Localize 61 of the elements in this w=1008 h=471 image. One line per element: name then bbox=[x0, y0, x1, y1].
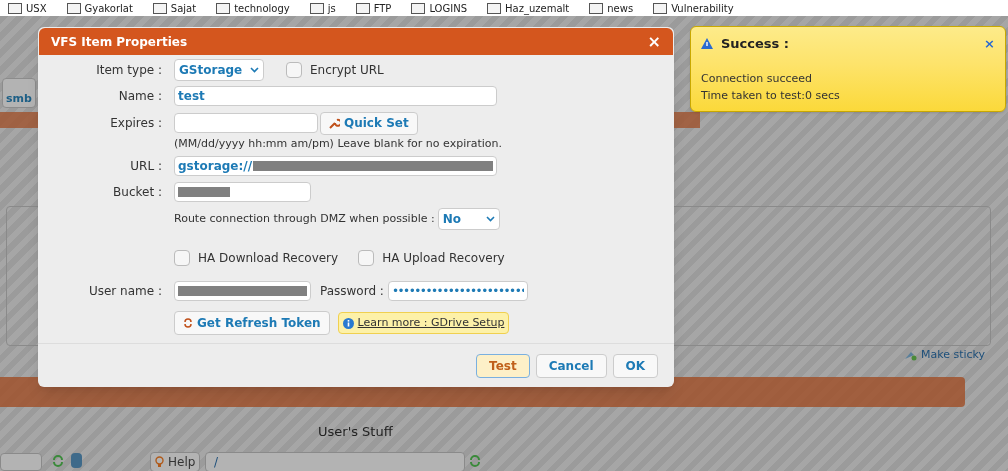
refresh-icon bbox=[183, 318, 193, 328]
section-title: User's Stuff bbox=[318, 423, 393, 441]
refresh-icon[interactable] bbox=[52, 455, 64, 467]
input-field[interactable]: test bbox=[174, 86, 497, 106]
url-field[interactable]: gstorage:// bbox=[174, 156, 497, 176]
input-field[interactable] bbox=[174, 281, 311, 301]
dropdown[interactable] bbox=[0, 453, 42, 471]
field-label: URL : bbox=[130, 158, 162, 175]
input-field[interactable] bbox=[174, 113, 318, 133]
bookmark[interactable]: news bbox=[589, 0, 634, 16]
close-button[interactable]: × bbox=[984, 37, 995, 51]
lightbulb-icon bbox=[155, 456, 164, 468]
close-button[interactable]: × bbox=[647, 33, 661, 50]
checkbox[interactable] bbox=[174, 250, 190, 266]
redaction-bar bbox=[178, 187, 230, 197]
select-field[interactable]: GStorage bbox=[174, 59, 264, 81]
password-field[interactable]: •••••••••••••••••••••••• bbox=[387, 281, 528, 301]
help-button[interactable]: Help bbox=[150, 452, 201, 471]
bookmark[interactable]: Sajat bbox=[152, 0, 197, 16]
chevron-icon bbox=[250, 67, 259, 73]
book-icon[interactable] bbox=[71, 453, 82, 468]
learn-more-link[interactable]: Learn more : GDrive Setup bbox=[357, 314, 505, 332]
bookmark[interactable]: LOGINS bbox=[411, 0, 467, 16]
dialog-button[interactable]: Test bbox=[476, 353, 530, 378]
bookmark[interactable]: FTP bbox=[355, 0, 392, 16]
field-label: Expires : bbox=[110, 115, 162, 132]
checkbox[interactable] bbox=[358, 250, 375, 266]
field-label: Item type : bbox=[96, 62, 162, 79]
dialog-button[interactable]: OK bbox=[612, 353, 658, 378]
hint-text: (MM/dd/yyyy hh:mm am/pm) Leave blank for no expiration. bbox=[174, 135, 503, 152]
bookmark[interactable]: Gyakorlat bbox=[66, 0, 133, 16]
bookmark[interactable]: Haz_uzemalt bbox=[487, 0, 570, 16]
toast-title: Success : bbox=[721, 35, 790, 53]
checkbox-label: Encrypt URL bbox=[310, 62, 384, 79]
chevron-icon bbox=[485, 216, 495, 222]
checkbox-label: HA Download Recovery bbox=[198, 250, 339, 267]
dialog-button[interactable]: Cancel bbox=[535, 353, 607, 378]
refresh-icon[interactable] bbox=[469, 455, 481, 467]
path-select[interactable]: / bbox=[205, 452, 465, 471]
field-label: User name : bbox=[88, 283, 162, 300]
bookmark[interactable]: USX bbox=[8, 0, 47, 16]
refresh-token-button[interactable]: Get Refresh Token bbox=[174, 311, 330, 335]
bookmark[interactable]: technology bbox=[216, 0, 290, 16]
make-sticky-link[interactable]: Make sticky bbox=[903, 347, 986, 364]
checkbox-label: HA Upload Recovery bbox=[382, 250, 505, 267]
bookmark[interactable]: Vulnerability bbox=[653, 0, 734, 16]
warning-icon bbox=[701, 38, 713, 50]
field-label: Name : bbox=[118, 88, 162, 105]
quick-set-button[interactable]: Quick Set bbox=[320, 111, 418, 135]
window-title: VFS Item Properties bbox=[51, 33, 188, 51]
checkbox[interactable] bbox=[286, 62, 302, 78]
select-field[interactable]: No bbox=[437, 208, 500, 230]
field-label: Route connection through DMZ when possible : bbox=[174, 210, 435, 227]
toast-message: Time taken to test:0 secs bbox=[701, 88, 841, 104]
field-label: Password : bbox=[320, 283, 384, 300]
toast-message: Connection succeed bbox=[701, 70, 814, 87]
tab-item[interactable]: smb bbox=[2, 78, 36, 108]
info-icon bbox=[342, 317, 354, 329]
input-field[interactable] bbox=[174, 182, 311, 202]
bookmark[interactable]: js bbox=[309, 0, 336, 16]
field-label: Bucket : bbox=[113, 184, 162, 201]
